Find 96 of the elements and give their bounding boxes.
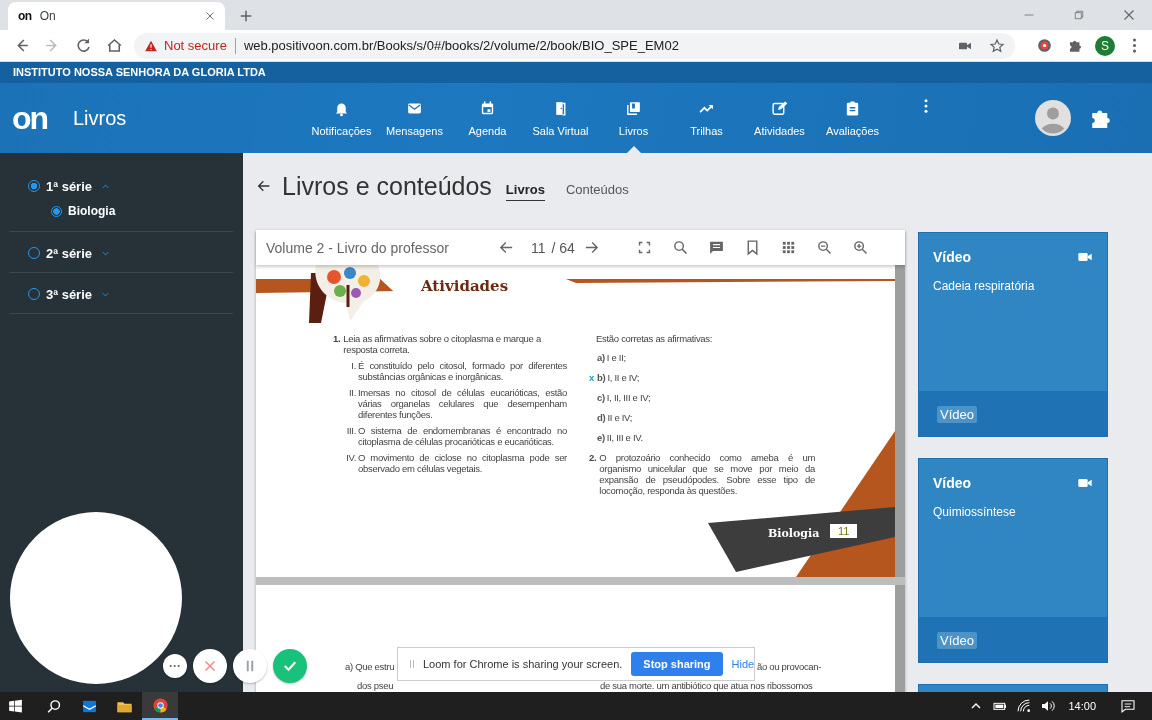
option-text: I e II; — [606, 352, 626, 365]
option-letter: b) — [597, 372, 606, 385]
speaker-icon[interactable] — [1040, 698, 1057, 714]
sharing-message: Loom for Chrome is sharing your screen. — [423, 658, 623, 670]
series-item[interactable]: 1ª série — [28, 175, 233, 197]
statement-numeral: I. — [350, 360, 356, 373]
notification-icon[interactable] — [1120, 698, 1136, 714]
video-card[interactable]: Vídeo Quimiossíntese Vídeo — [918, 458, 1108, 663]
question-number: 2. — [589, 452, 597, 465]
answer-mark: x — [589, 372, 595, 385]
books-icon — [625, 99, 642, 117]
nav-item[interactable]: Trilhas — [670, 83, 743, 153]
question-text: Leia as afirmativas sobre o citoplasma e marque a resposta correta. — [343, 333, 542, 355]
series-item[interactable]: 2ª série — [28, 242, 233, 264]
tag: Vídeo — [937, 406, 977, 423]
illustration-drawing — [315, 265, 381, 321]
statement-numeral: III. — [345, 425, 356, 438]
page-number: 11 — [531, 239, 546, 256]
radio-button[interactable] — [28, 180, 40, 192]
page-title: Livros e conteúdos — [282, 171, 492, 201]
taskbar-app[interactable] — [142, 692, 178, 720]
statement-numeral: II. — [347, 387, 356, 400]
comment-icon[interactable] — [707, 239, 725, 256]
question-number: 1. — [333, 333, 341, 346]
home-icon[interactable] — [105, 36, 124, 55]
zoom-in-icon[interactable] — [851, 239, 869, 256]
windows-icon[interactable] — [6, 697, 25, 715]
reload-icon[interactable] — [74, 36, 93, 55]
nav-item[interactable]: Agenda — [451, 83, 524, 153]
logo[interactable]: on — [12, 99, 62, 137]
avatar-icon[interactable] — [1035, 100, 1071, 136]
favicon: on — [18, 9, 32, 23]
edit-icon — [771, 99, 788, 117]
radio-button[interactable] — [51, 205, 62, 217]
tab-title: On — [39, 9, 57, 23]
browser-tab[interactable]: on On — [8, 2, 225, 30]
option-text: II e IV; — [607, 412, 633, 425]
option-text: I, II, III e IV; — [606, 392, 651, 405]
star-icon[interactable] — [989, 37, 1005, 54]
text-line: de sua morte. um antibiótico que atua nos ribossomos — [600, 680, 813, 691]
address-field[interactable]: Not secure web.positivoon.com.br/Books/s/0#/books/2/volume/2/book/BIO_SPE_EM02 — [134, 32, 1015, 59]
profile-avatar[interactable]: S — [1095, 35, 1115, 56]
statement-text: É constituído pelo citosol, formado por diferentes substâncias orgânicas e inorgânicas. — [358, 360, 567, 382]
option-text: II, III e IV. — [606, 432, 643, 445]
option-letter: a) — [597, 352, 605, 365]
wifi-icon[interactable] — [1016, 698, 1033, 714]
zoom-out-icon[interactable] — [815, 239, 833, 256]
text-line: ão ou provocan- — [757, 661, 822, 672]
page-number-tag: 11 — [830, 524, 858, 538]
nav-item[interactable]: Livros — [597, 83, 670, 153]
nav-item[interactable]: Atividades — [743, 83, 816, 153]
back-icon[interactable] — [256, 178, 272, 194]
stop-sharing-button[interactable]: Stop sharing — [631, 652, 723, 676]
extension-icon[interactable] — [1035, 36, 1054, 55]
option-letter: c) — [597, 392, 605, 405]
security-label: Not secure — [164, 38, 227, 53]
series-item[interactable]: 3ª série — [28, 283, 233, 305]
url-text: web.positivoon.com.br/Books/s/0#/books/2/volume/2/book/BIO_SPE_EM02 — [243, 38, 680, 53]
section-heading: Atividades — [421, 277, 509, 295]
card-title: Vídeo — [933, 249, 972, 265]
statement-text: Imersas no citosol de células eucarióticas, estão várias organelas celulares que desempenham diferentes funções. — [358, 387, 567, 420]
subject-label: Biologia — [768, 527, 820, 540]
page-total: / 64 — [551, 239, 575, 256]
hide-link[interactable]: Hide — [731, 658, 755, 670]
nav-item[interactable]: Avaliações — [816, 83, 889, 153]
option-text: I, II e IV; — [607, 372, 640, 385]
book-title: Volume 2 - Livro do professor — [266, 239, 450, 256]
statement-text: O movimento de ciclose no citoplasma pode ser observado em células vegetais. — [358, 452, 567, 474]
card-title: Vídeo — [933, 475, 972, 491]
text-line: dos pseu — [357, 680, 394, 691]
scrollbar[interactable] — [895, 265, 905, 577]
previous-page-icon[interactable] — [498, 239, 515, 256]
statement-text: O sistema de endomembranas é encontrado no citoplasma de células procarióticas e eucarióticas. — [358, 425, 567, 447]
statement-numeral: IV. — [345, 452, 356, 465]
tag: Vídeo — [937, 632, 977, 649]
section-title: Livros — [73, 106, 128, 130]
tab[interactable]: Conteúdos — [565, 179, 629, 201]
nav-item[interactable]: Notificações — [305, 83, 378, 153]
clipboard-icon — [844, 99, 861, 117]
subject-item[interactable]: Biologia — [28, 199, 233, 223]
question-text: Estão corretas as afirmativas: — [596, 333, 714, 344]
text-line: a) Que estru — [345, 661, 395, 672]
video-card[interactable]: Vídeo Cadeia respiratória Vídeo — [918, 232, 1108, 437]
institution-name: INSTITUTO NOSSA SENHORA DA GLORIA LTDA — [0, 62, 1152, 83]
option-letter: d) — [597, 412, 606, 425]
nav-item[interactable]: Mensagens — [378, 83, 451, 153]
nav-item[interactable]: Sala Virtual — [524, 83, 597, 153]
scrollbar[interactable] — [895, 585, 905, 692]
option-letter: e) — [597, 432, 605, 445]
card-subtitle: Quimiossíntese — [933, 505, 1017, 519]
card-subtitle: Cadeia respiratória — [933, 279, 1036, 293]
tab[interactable]: Livros — [505, 179, 545, 201]
calendar-icon — [479, 99, 496, 117]
question-text: O protozoário conhecido como ameba é um organismo unicelular que se move por meio da expansão de pseudópodes. Sobre esse tipo de locomoção, responda às questões. — [599, 452, 815, 496]
clock[interactable]: 14:00 — [1068, 700, 1096, 712]
browser-icon — [151, 696, 169, 714]
